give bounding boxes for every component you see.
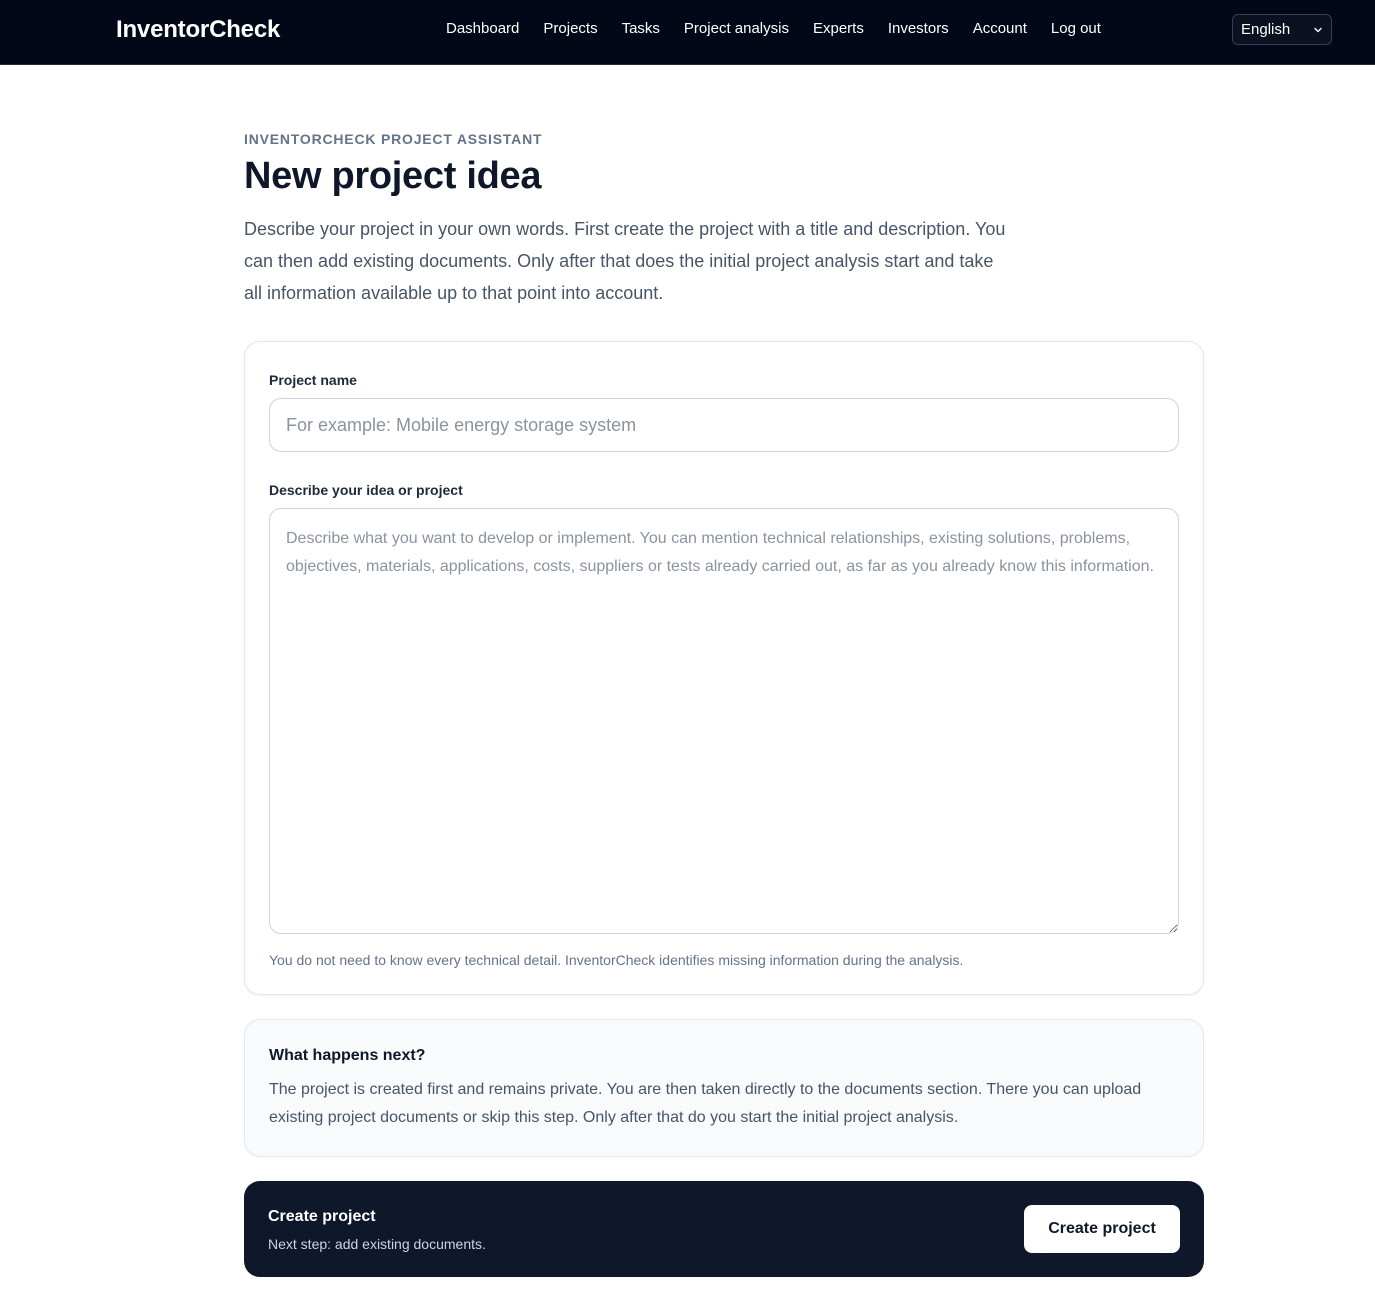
chevron-down-icon bbox=[1314, 27, 1322, 32]
project-name-label: Project name bbox=[269, 372, 357, 388]
next-steps-title: What happens next? bbox=[269, 1047, 426, 1064]
language-select[interactable]: English bbox=[1232, 14, 1332, 45]
next-steps-body: The project is created first and remains… bbox=[269, 1081, 1142, 1126]
brand-logo[interactable]: InventorCheck bbox=[116, 16, 280, 44]
project-form-card: Project name Describe your idea or proje… bbox=[244, 341, 1204, 995]
page-intro: Describe your project in your own words.… bbox=[244, 219, 1006, 303]
main-nav: Dashboard Projects Tasks Project analysi… bbox=[446, 20, 1101, 38]
nav-item-dashboard[interactable]: Dashboard bbox=[446, 20, 519, 38]
top-navigation-bar: InventorCheck Dashboard Projects Tasks P… bbox=[0, 0, 1375, 65]
nav-item-log-out[interactable]: Log out bbox=[1051, 20, 1101, 38]
description-textarea[interactable] bbox=[269, 508, 1179, 934]
language-select-value: English bbox=[1241, 21, 1291, 38]
nav-item-investors[interactable]: Investors bbox=[888, 20, 949, 38]
nav-item-experts[interactable]: Experts bbox=[813, 20, 864, 38]
nav-item-tasks[interactable]: Tasks bbox=[622, 20, 660, 38]
nav-item-project-analysis[interactable]: Project analysis bbox=[684, 20, 789, 38]
create-project-button[interactable]: Create project bbox=[1024, 1205, 1180, 1253]
create-project-bar: Create project Next step: add existing d… bbox=[244, 1181, 1204, 1277]
create-project-subtitle: Next step: add existing documents. bbox=[268, 1236, 486, 1252]
description-label: Describe your idea or project bbox=[269, 482, 463, 498]
nav-item-projects[interactable]: Projects bbox=[543, 20, 597, 38]
project-name-input[interactable] bbox=[269, 398, 1179, 452]
create-project-heading: Create project bbox=[268, 1208, 376, 1225]
nav-item-account[interactable]: Account bbox=[973, 20, 1027, 38]
next-steps-panel: What happens next? The project is create… bbox=[244, 1019, 1204, 1157]
page-eyebrow: INVENTORCHECK PROJECT ASSISTANT bbox=[244, 131, 543, 147]
page-title: New project idea bbox=[244, 155, 542, 197]
description-hint: You do not need to know every technical … bbox=[269, 952, 964, 968]
